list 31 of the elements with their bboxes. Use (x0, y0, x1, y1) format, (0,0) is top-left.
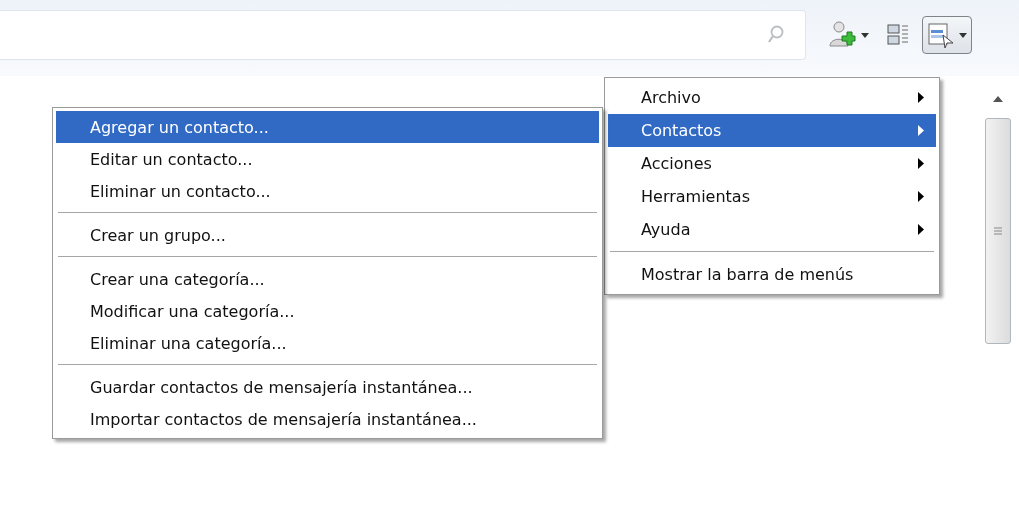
submenu-arrow-icon (918, 125, 924, 136)
menu-item[interactable]: Editar un contacto... (56, 143, 599, 175)
search-icon (767, 25, 785, 45)
search-field[interactable] (0, 10, 806, 60)
menu-item[interactable]: Archivo (608, 81, 936, 114)
scroll-up-icon[interactable] (993, 96, 1003, 102)
window-pointer-icon (927, 21, 955, 49)
layout-icon (887, 23, 909, 47)
menu-item[interactable]: Contactos (608, 114, 936, 147)
menu-item[interactable]: Eliminar una categoría... (56, 327, 599, 359)
menu-item[interactable]: Acciones (608, 147, 936, 180)
grip-icon (994, 227, 1002, 235)
submenu-arrow-icon (918, 158, 924, 169)
submenu-arrow-icon (918, 224, 924, 235)
menu-item[interactable]: Eliminar un contacto... (56, 175, 599, 207)
submenu-arrow-icon (918, 191, 924, 202)
menu-item[interactable]: Crear un grupo... (56, 219, 599, 251)
menu-item[interactable]: Guardar contactos de mensajería instantánea... (56, 371, 599, 403)
menu-item[interactable]: Importar contactos de mensajería instantánea... (56, 403, 599, 435)
menu-item[interactable]: Modificar una categoría... (56, 295, 599, 327)
menu-item[interactable]: Mostrar la barra de menús (608, 258, 936, 291)
caret-icon (861, 32, 869, 38)
submenu-arrow-icon (918, 92, 924, 103)
menu-item[interactable]: Crear una categoría... (56, 263, 599, 295)
menu-button[interactable] (922, 16, 972, 54)
menu-item[interactable]: Agregar un contacto... (56, 111, 599, 143)
caret-icon (959, 32, 967, 38)
scrollbar-thumb[interactable] (985, 118, 1011, 344)
menu-item[interactable]: Ayuda (608, 213, 936, 246)
person-plus-icon (829, 20, 857, 50)
menu-item[interactable]: Herramientas (608, 180, 936, 213)
